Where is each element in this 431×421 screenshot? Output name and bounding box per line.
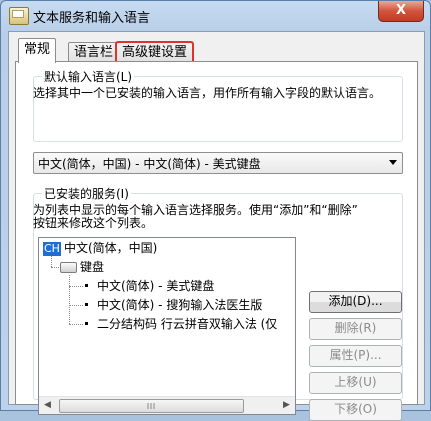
tree-node-language[interactable]: CH 中文(简体，中国)	[43, 241, 157, 256]
remove-button[interactable]: 删除(R)	[309, 318, 402, 340]
tree-connector	[69, 324, 83, 325]
bullet-icon	[85, 303, 88, 306]
tree-item-service[interactable]: 中文(简体) - 美式键盘	[85, 279, 214, 293]
tree-connector	[69, 275, 70, 324]
tree-item-service[interactable]: 中文(简体) - 搜狗输入法医生版	[85, 298, 262, 312]
installed-services-title: 已安装的服务(I)	[42, 185, 131, 202]
tree-node-keyboard[interactable]: 键盘	[80, 260, 104, 274]
tab-panel-general: 默认输入语言(L) 选择其中一个已安装的输入语言，用作所有输入字段的默认语言。 …	[15, 61, 418, 421]
tab-advanced-key-settings[interactable]: 高级键设置	[114, 41, 195, 63]
tree-connector	[51, 256, 52, 267]
installed-services-description-2: 按钮来修改这个列表。	[33, 216, 154, 230]
tree-connector	[51, 267, 59, 268]
app-icon	[9, 7, 29, 25]
tree-connector	[69, 305, 83, 306]
keyboard-icon	[60, 262, 77, 273]
default-language-value: 中文(简体，中国) - 中文(简体) - 美式键盘	[38, 157, 261, 171]
properties-button[interactable]: 属性(P)...	[309, 345, 402, 367]
installed-services-description-1: 为列表中显示的每个输入语言选择服务。使用“添加”和“删除”	[33, 203, 358, 217]
bullet-icon	[85, 284, 88, 287]
tree-item-label: 中文(简体) - 美式键盘	[97, 279, 215, 293]
scroll-left-icon[interactable]: ◀	[39, 397, 56, 414]
horizontal-scrollbar[interactable]: ◀ ▶	[39, 396, 295, 414]
services-tree[interactable]: CH 中文(简体，中国) 键盘 中文(简体) - 美式键盘 中文(简体) - 搜狗…	[38, 237, 296, 415]
dialog-window: 文本服务和输入语言 X 常规 语言栏 高级键设置 默认输入语言(L) 选择其中一…	[0, 0, 431, 421]
tree-item-label: 二分结构码 行云拼音双输入法 (仅	[97, 317, 278, 331]
language-badge: CH	[43, 242, 61, 256]
bullet-icon	[85, 322, 88, 325]
dialog-body: 常规 语言栏 高级键设置 默认输入语言(L) 选择其中一个已安装的输入语言，用作…	[8, 31, 425, 421]
grip-icon	[147, 403, 156, 409]
default-language-title: 默认输入语言(L)	[42, 68, 135, 85]
window-title: 文本服务和输入语言	[33, 11, 151, 26]
tree-item-label: 中文(简体) - 搜狗输入法医生版	[97, 298, 263, 312]
tree-item-service[interactable]: 二分结构码 行云拼音双输入法 (仅	[85, 317, 277, 331]
tab-general[interactable]: 常规	[18, 38, 57, 63]
default-language-description: 选择其中一个已安装的输入语言，用作所有输入字段的默认语言。	[33, 86, 382, 100]
default-language-select[interactable]: 中文(简体，中国) - 中文(简体) - 美式键盘	[33, 152, 403, 174]
tab-language-bar[interactable]: 语言栏	[68, 42, 120, 62]
move-up-button[interactable]: 上移(U)	[309, 372, 402, 394]
title-bar[interactable]: 文本服务和输入语言 X	[1, 1, 430, 31]
tree-node-language-label: 中文(简体，中国)	[63, 241, 158, 255]
default-language-group: 默认输入语言(L) 选择其中一个已安装的输入语言，用作所有输入字段的默认语言。	[33, 68, 403, 142]
chevron-down-icon	[389, 160, 397, 165]
tree-connector	[69, 286, 83, 287]
add-button[interactable]: 添加(D)...	[309, 291, 402, 313]
move-down-button[interactable]: 下移(O)	[309, 399, 402, 421]
close-button[interactable]: X	[378, 1, 424, 22]
scroll-right-icon[interactable]: ▶	[278, 397, 295, 414]
